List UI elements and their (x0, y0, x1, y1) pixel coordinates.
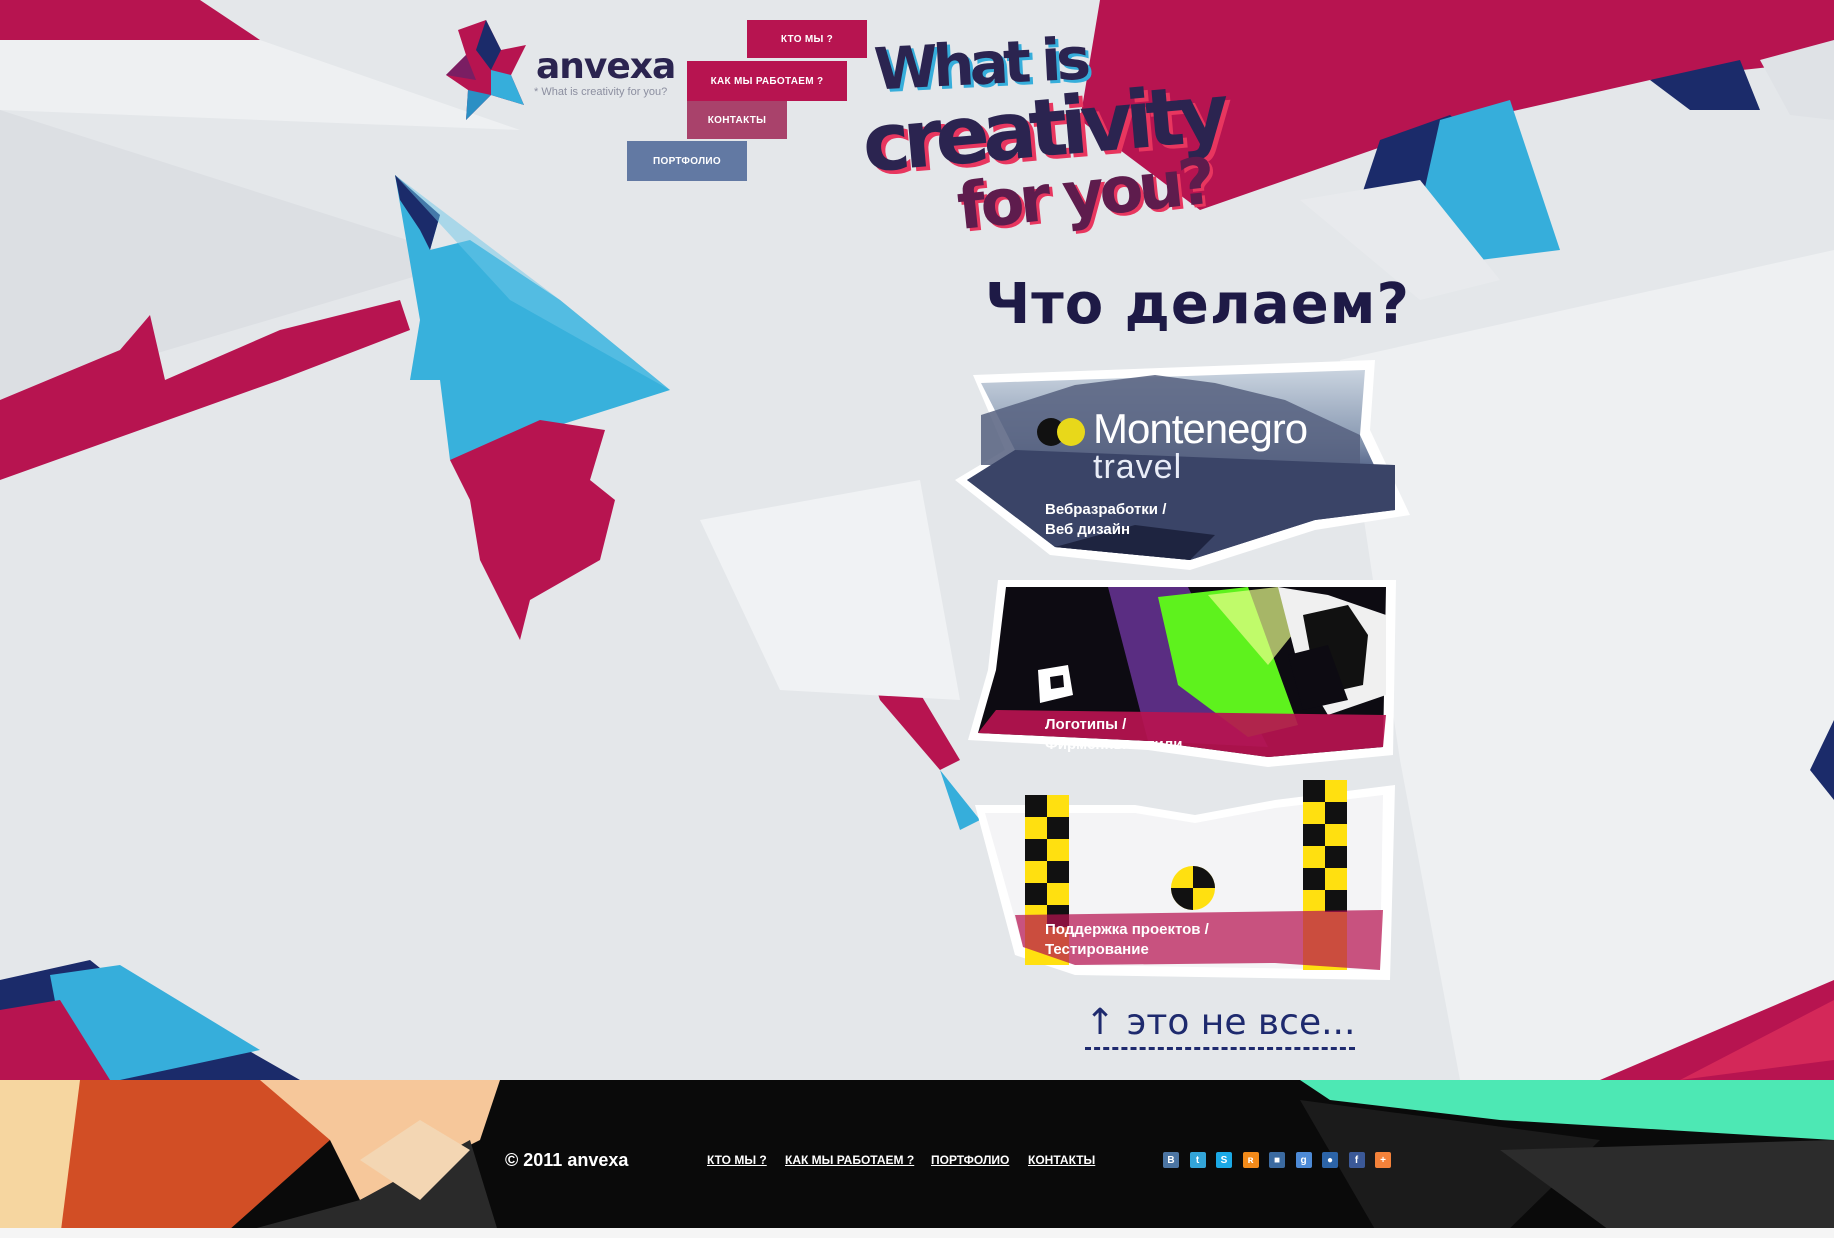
myspace-icon[interactable]: ■ (1269, 1152, 1285, 1168)
card-web-image (955, 360, 1410, 570)
twitter-icon[interactable]: t (1189, 1152, 1206, 1168)
footer-link-who-we-are[interactable]: КТО МЫ ? (707, 1153, 767, 1167)
footer-link-how-we-work[interactable]: КАК МЫ РАБОТАЕМ ? (785, 1153, 914, 1167)
flickr-icon[interactable]: ● (1322, 1152, 1338, 1168)
nav-how-we-work-button[interactable]: КАК МЫ РАБОТАЕМ ? (687, 61, 847, 101)
logo-star-icon (446, 20, 526, 120)
google-icon[interactable]: g (1295, 1152, 1312, 1168)
nav-contacts-button[interactable]: КОНТАКТЫ (687, 101, 787, 139)
card-web-label-1: Вебразработки / (1045, 501, 1167, 518)
more-services-link[interactable]: ↑ это не все... (1085, 1002, 1356, 1050)
card-web-title: Montenegro (1093, 405, 1308, 452)
vkontakte-icon[interactable]: B (1163, 1152, 1179, 1168)
skype-icon[interactable]: S (1216, 1152, 1232, 1168)
section-heading: Что делаем? (985, 272, 1410, 337)
slogan: What is creativity for you? (859, 25, 1342, 260)
card-support-label-2: Тестирование (1045, 941, 1149, 958)
card-logos-image (968, 580, 1396, 767)
facebook-icon[interactable]: f (1348, 1152, 1365, 1168)
card-support-label-1: Поддержка проектов / (1045, 921, 1209, 938)
nav-portfolio-button[interactable]: ПОРТФОЛИО (627, 141, 747, 181)
logo-name: anvexa (536, 46, 676, 87)
card-support-image (975, 780, 1395, 980)
service-card-web[interactable]: Montenegro travel Вебразработки / Веб ди… (955, 355, 1415, 575)
logo[interactable]: anvexa * What is creativity for you? (446, 20, 676, 120)
nav-who-we-are-button[interactable]: КТО МЫ ? (747, 20, 867, 58)
footer-link-portfolio[interactable]: ПОРТФОЛИО (931, 1153, 1009, 1167)
service-card-support[interactable]: Поддержка проектов / Тестирование (975, 775, 1400, 985)
footer-link-contacts[interactable]: КОНТАКТЫ (1028, 1153, 1095, 1167)
footer-copyright: © 2011 anvexa (505, 1150, 629, 1170)
card-web-subtitle: travel (1093, 448, 1183, 486)
add-share-icon[interactable]: + (1375, 1152, 1391, 1168)
rss-icon[interactable]: ʀ (1242, 1152, 1259, 1168)
logo-tagline: * What is creativity for you? (534, 86, 668, 98)
card-logos-label-2: Фирменные стили (1045, 736, 1183, 753)
service-card-logos[interactable]: Логотипы / Фирменные стили (968, 575, 1398, 775)
card-web-label-2: Веб дизайн (1045, 521, 1131, 538)
card-logos-label-1: Логотипы / (1045, 716, 1127, 733)
